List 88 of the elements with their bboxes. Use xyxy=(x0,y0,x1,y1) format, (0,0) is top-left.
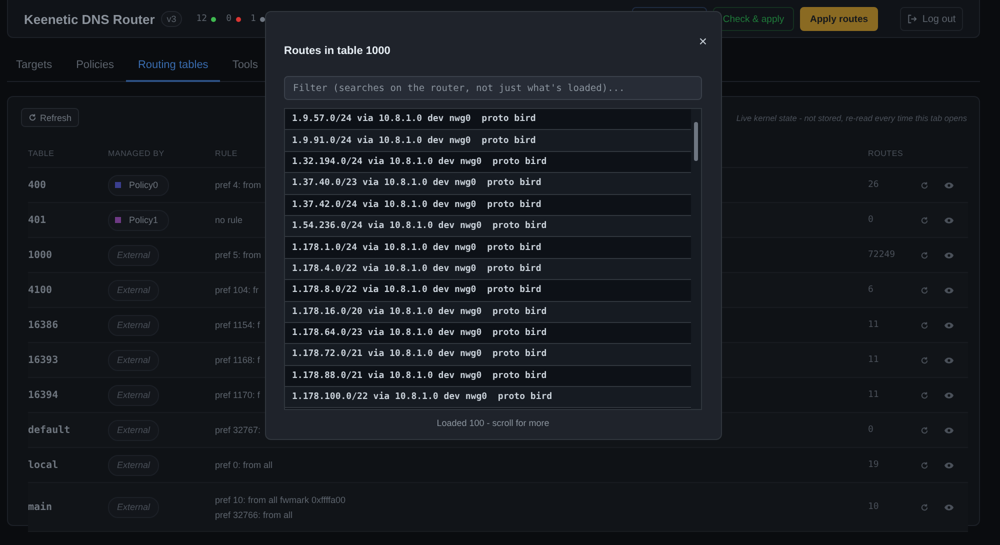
external-tag: External xyxy=(108,244,160,266)
table-id: local xyxy=(28,460,58,470)
external-tag: External xyxy=(108,496,160,518)
eye-icon[interactable] xyxy=(944,426,954,434)
route-entry[interactable]: 1.54.236.0/24 via 10.8.1.0 dev nwg0 proto bird xyxy=(285,216,691,238)
external-tag: External xyxy=(108,454,160,476)
eye-icon[interactable] xyxy=(944,392,954,398)
dialog-title: Routes in table 1000 xyxy=(284,45,390,57)
refresh-icon[interactable] xyxy=(920,390,929,400)
tab[interactable]: Routing tables xyxy=(126,54,220,82)
status-count: 1 xyxy=(250,14,256,24)
eye-icon[interactable] xyxy=(944,182,954,188)
refresh-icon[interactable] xyxy=(920,180,929,190)
route-entry[interactable]: 1.178.16.0/20 via 10.8.1.0 dev nwg0 proto bird xyxy=(285,302,691,323)
column-header: ROUTES xyxy=(868,149,904,158)
refresh-icon xyxy=(28,113,37,122)
policy-tag: Policy0 xyxy=(108,174,170,196)
column-header: MANAGED BY xyxy=(108,149,164,158)
rule-text: pref 32766: from all xyxy=(215,510,293,520)
status-count: 12 xyxy=(196,14,208,24)
route-count: 0 xyxy=(868,425,874,435)
rule-text: pref 32767: xyxy=(215,425,261,435)
route-count: 19 xyxy=(868,460,879,470)
rule-text: pref 104: fr xyxy=(215,285,259,295)
route-entry[interactable]: 1.37.40.0/23 via 10.8.1.0 dev nwg0 proto bird xyxy=(285,173,691,195)
refresh-icon[interactable] xyxy=(920,216,929,224)
table-id: 16393 xyxy=(28,354,58,366)
eye-icon[interactable] xyxy=(944,504,954,510)
route-count: 0 xyxy=(868,215,874,225)
rule-text: pref 1154: f xyxy=(215,320,260,330)
rule-text: pref 1170: f xyxy=(215,390,260,400)
external-tag: External xyxy=(108,420,160,440)
rule-text: pref 10: from all fwmark 0xffffa00 xyxy=(215,494,346,504)
table-id: 401 xyxy=(28,214,46,226)
panel-note: Live kernel state - not stored, re-read every time this tab opens xyxy=(736,112,967,122)
refresh-icon[interactable] xyxy=(920,250,929,260)
external-tag: External xyxy=(108,314,160,336)
eye-icon[interactable] xyxy=(944,252,954,258)
refresh-icon[interactable] xyxy=(920,460,929,470)
scrollbar[interactable] xyxy=(691,109,701,409)
route-count: 11 xyxy=(868,355,879,365)
eye-icon[interactable] xyxy=(944,356,954,364)
route-count: 72249 xyxy=(868,250,896,260)
refresh-icon[interactable] xyxy=(920,356,929,364)
table-id: 400 xyxy=(28,180,46,190)
external-tag: External xyxy=(108,384,160,406)
eye-icon[interactable] xyxy=(944,462,954,468)
rule-text: pref 1168: f xyxy=(215,355,260,365)
apply-routes-button[interactable]: Apply routes xyxy=(800,7,878,31)
external-tag: External xyxy=(108,280,160,300)
route-count: 11 xyxy=(868,320,879,330)
refresh-icon[interactable] xyxy=(920,320,929,330)
external-tag: External xyxy=(108,350,160,370)
refresh-button[interactable]: Refresh xyxy=(21,108,79,127)
rule-text: pref 5: from xyxy=(215,250,262,260)
table-id: 1000 xyxy=(28,250,52,260)
policy-tag: Policy1 xyxy=(108,210,170,230)
route-count: 11 xyxy=(868,390,879,400)
route-count: 6 xyxy=(868,285,874,295)
load-status: Loaded 100 - scroll for more xyxy=(436,418,550,428)
logout-icon xyxy=(907,14,918,24)
refresh-icon[interactable] xyxy=(920,286,929,294)
status-count: 0 xyxy=(226,14,232,24)
filter-field[interactable]: Filter (searches on the router, not just what's loaded)... xyxy=(284,76,702,100)
table-id: main xyxy=(28,502,52,512)
refresh-icon[interactable] xyxy=(920,502,929,512)
app-title: Keenetic DNS Router xyxy=(24,12,155,26)
eye-icon[interactable] xyxy=(944,216,954,224)
route-entry[interactable]: 1.178.72.0/21 via 10.8.1.0 dev nwg0 proto bird xyxy=(285,344,691,366)
refresh-icon[interactable] xyxy=(920,426,929,434)
column-header: RULE xyxy=(215,149,238,158)
column-header: TABLE xyxy=(28,149,54,158)
close-button[interactable]: × xyxy=(698,33,707,49)
rule-text: pref 0: from all xyxy=(215,460,273,470)
version-badge: v3 xyxy=(160,11,182,27)
route-entry[interactable]: 1.178.100.0/22 via 10.8.1.0 dev nwg0 proto bird xyxy=(285,387,691,408)
table-id: 16386 xyxy=(28,320,58,330)
eye-icon[interactable] xyxy=(944,286,954,294)
rule-text: pref 4: from xyxy=(215,180,262,190)
table-id: default xyxy=(28,424,70,436)
table-id: 16394 xyxy=(28,390,58,400)
route-entry[interactable]: 1.178.4.0/22 via 10.8.1.0 dev nwg0 proto bird xyxy=(285,258,691,280)
route-count: 26 xyxy=(868,180,879,190)
table-id: 4100 xyxy=(28,284,52,296)
rule-text: no rule xyxy=(215,215,243,225)
route-entry[interactable]: 1.9.91.0/24 via 10.8.1.0 dev nwg0 proto bird xyxy=(285,130,691,152)
eye-icon[interactable] xyxy=(944,322,954,328)
route-count: 10 xyxy=(868,502,879,512)
